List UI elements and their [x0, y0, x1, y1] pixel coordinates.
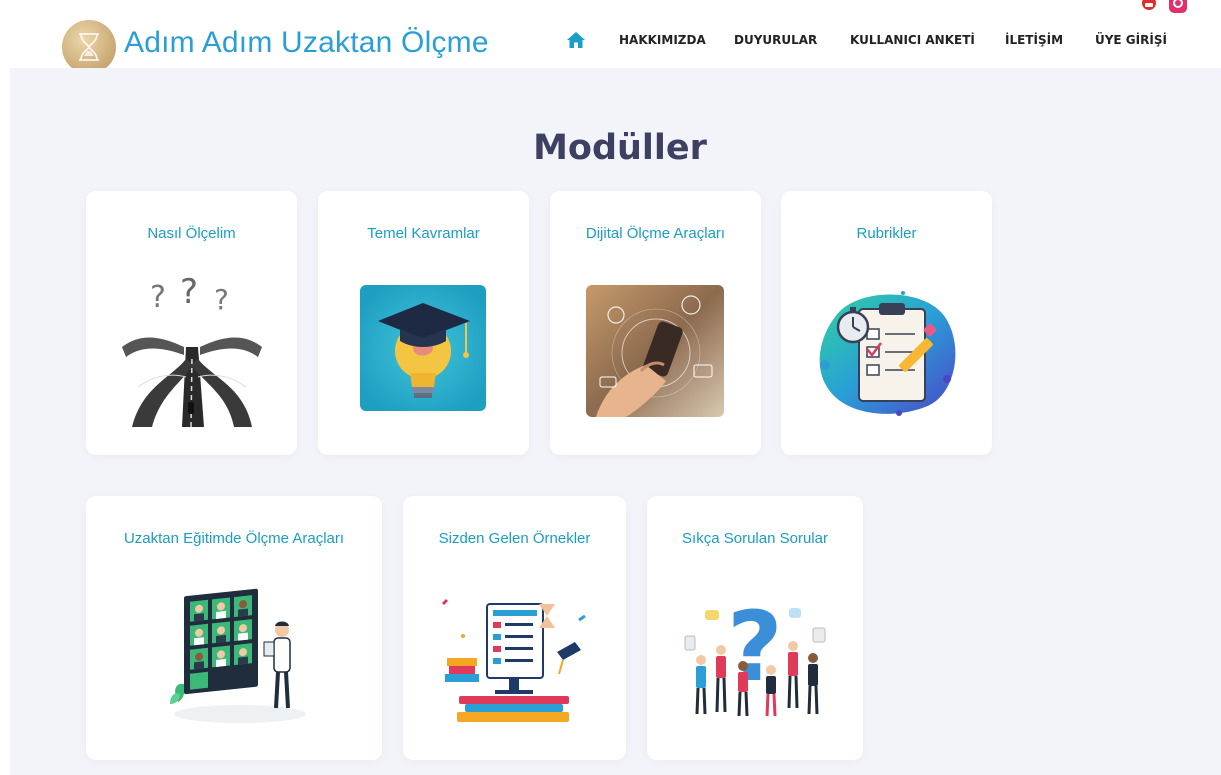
module-card-sizden-gelen-ornekler[interactable]: Sizden Gelen Örnekler — [403, 496, 626, 760]
computer-books-hourglass-illustration — [441, 598, 586, 722]
youtube-icon[interactable] — [1140, 0, 1158, 12]
card-title[interactable]: Uzaktan Eğitimde Ölçme Araçları — [86, 530, 382, 547]
module-card-rubrikler[interactable]: Rubrikler — [781, 191, 992, 455]
nav-uye-girisi[interactable]: ÜYE GİRİŞİ — [1095, 33, 1167, 47]
module-card-uzaktan-egitimde-olcme-araclari[interactable]: Uzaktan Eğitimde Ölçme Araçları — [86, 496, 382, 760]
home-icon[interactable] — [566, 31, 586, 49]
card-title[interactable]: Nasıl Ölçelim — [86, 225, 297, 242]
module-card-temel-kavramlar[interactable]: Temel Kavramlar — [318, 191, 529, 455]
module-card-sikca-sorulan-sorular[interactable]: Sıkça Sorulan Sorular ? — [647, 496, 863, 760]
hourglass-logo-icon[interactable] — [62, 20, 116, 74]
nav-iletisim[interactable]: İLETİŞİM — [1005, 33, 1063, 47]
module-card-nasil-olcelim[interactable]: Nasıl Ölçelim ? ? ? — [86, 191, 297, 455]
lightbulb-graduation-cap-illustration — [360, 285, 486, 411]
site-header: Adım Adım Uzaktan Ölçme HAKKIMIZDA DUYUR… — [0, 0, 1221, 74]
nav-kullanici-anketi[interactable]: KULLANICI ANKETİ — [850, 33, 975, 47]
svg-text:?: ? — [180, 277, 198, 312]
hand-with-phone-digital-illustration — [586, 285, 724, 417]
module-card-dijital-olcme-araclari[interactable]: Dijital Ölçme Araçları — [550, 191, 761, 455]
card-title[interactable]: Sıkça Sorulan Sorular — [647, 530, 863, 547]
nav-duyurular[interactable]: DUYURULAR — [734, 33, 817, 47]
clipboard-checklist-stopwatch-illustration — [819, 291, 956, 416]
page-title: Modüller — [533, 128, 707, 168]
people-question-mark-illustration: ? — [684, 591, 826, 717]
video-call-screen-illustration — [170, 588, 306, 723]
site-title[interactable]: Adım Adım Uzaktan Ölçme — [124, 26, 489, 60]
card-title[interactable]: Dijital Ölçme Araçları — [550, 225, 761, 242]
svg-text:?: ? — [150, 280, 166, 315]
crossroads-question-marks-illustration: ? ? ? — [122, 277, 262, 427]
card-title[interactable]: Sizden Gelen Örnekler — [403, 530, 626, 547]
nav-hakkimizda[interactable]: HAKKIMIZDA — [619, 33, 706, 47]
card-title[interactable]: Temel Kavramlar — [318, 225, 529, 242]
svg-text:?: ? — [214, 283, 229, 316]
card-title[interactable]: Rubrikler — [781, 225, 992, 242]
instagram-icon[interactable] — [1168, 0, 1188, 14]
